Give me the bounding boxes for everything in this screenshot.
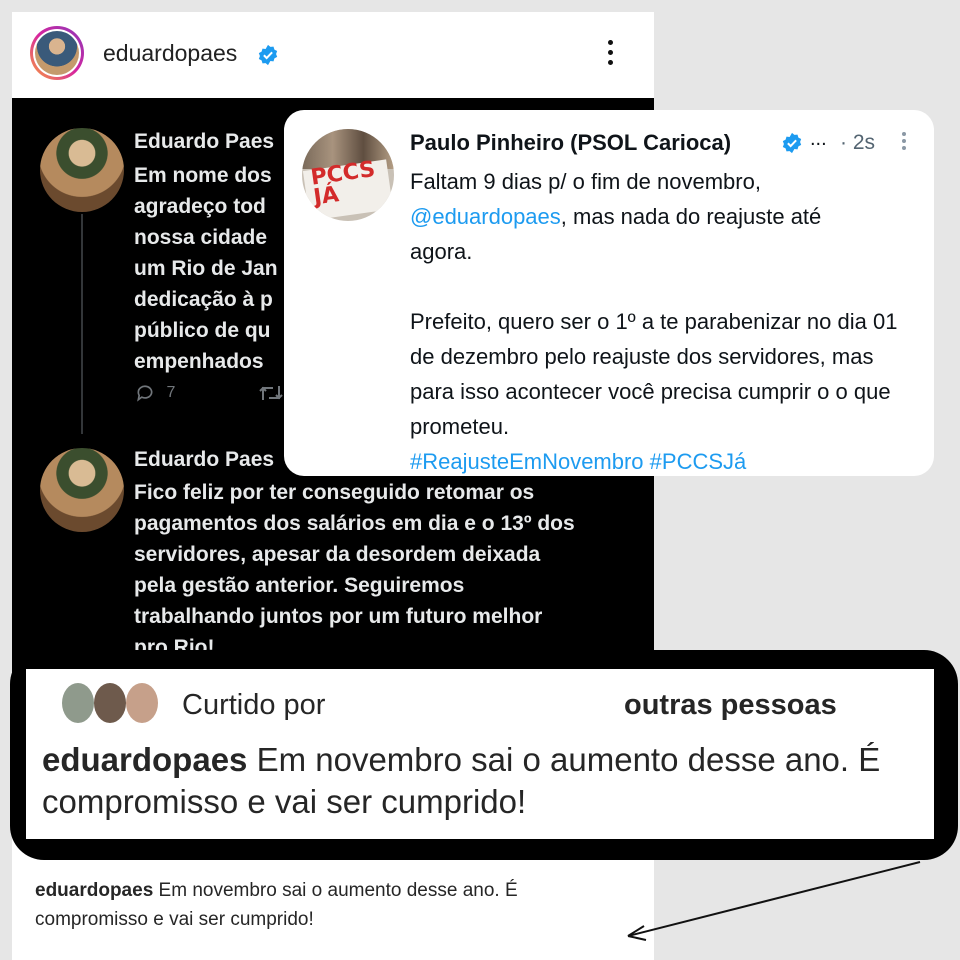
arrow-annotation: [627, 861, 921, 941]
